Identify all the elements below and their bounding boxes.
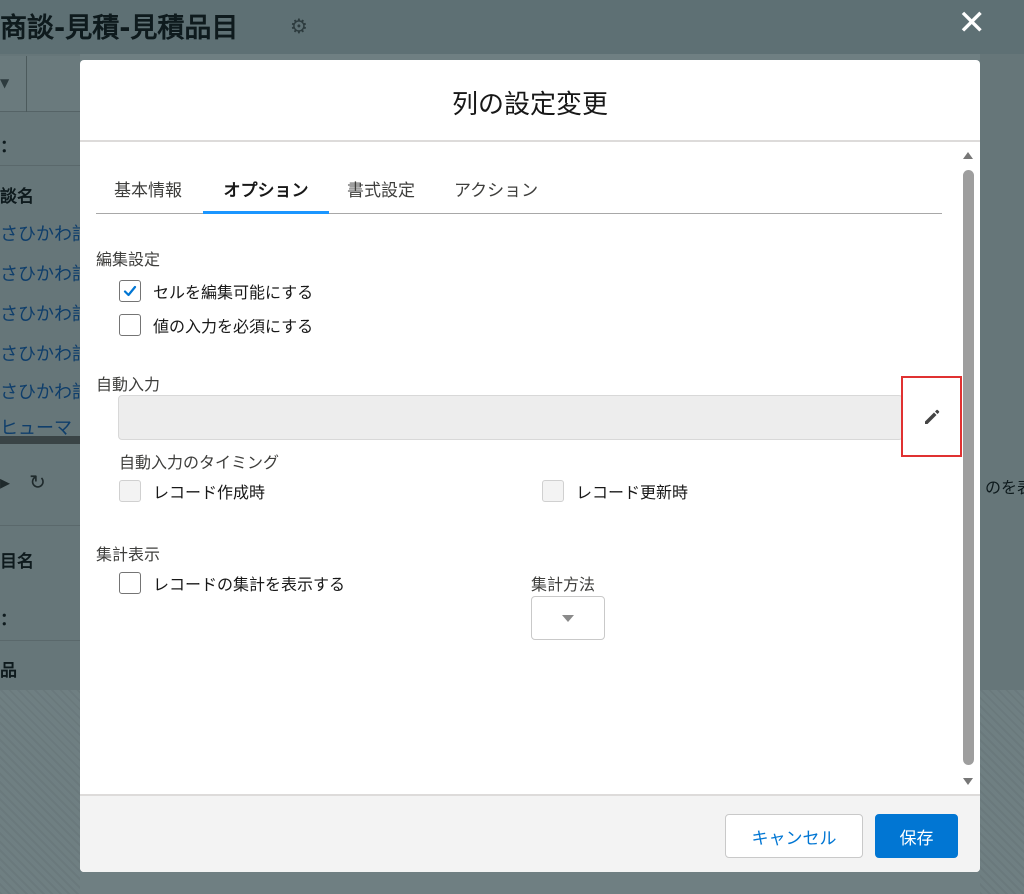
column-header: 談名 — [0, 187, 34, 207]
tab-options[interactable]: オプション — [203, 158, 329, 214]
background-line — [0, 165, 80, 166]
list-item: さひかわ記 — [0, 224, 90, 245]
gear-icon: ⚙ — [290, 14, 308, 38]
timing-on-create-option: レコード作成時 — [119, 479, 265, 503]
list-item: さひかわ記 — [0, 344, 90, 365]
timing-on-update-option: レコード更新時 — [542, 479, 688, 503]
show-summary-label: レコードの集計を表示する — [153, 575, 346, 594]
timing-on-update-label: レコード更新時 — [576, 483, 689, 502]
scroll-down-arrow[interactable] — [962, 777, 974, 787]
background-divider — [0, 436, 80, 444]
summary-display-label: 集計表示 — [96, 545, 161, 564]
background-line — [0, 640, 80, 641]
list-item: さひかわ記 — [0, 304, 90, 325]
timing-on-update-checkbox — [542, 480, 564, 502]
save-button[interactable]: 保存 — [875, 814, 958, 858]
modal-header: 列の設定変更 — [80, 60, 980, 142]
show-summary-option[interactable]: レコードの集計を表示する — [119, 571, 345, 595]
summary-method-label: 集計方法 — [531, 575, 596, 594]
tab-format[interactable]: 書式設定 — [347, 158, 415, 214]
auto-input-field — [118, 395, 903, 440]
close-icon[interactable]: ✕ — [958, 6, 987, 40]
auto-input-label: 自動入力 — [96, 375, 161, 394]
background-grid — [980, 690, 1024, 894]
page-title: 商談-見積-見積品目 — [0, 13, 239, 44]
background-separator — [26, 56, 27, 112]
background-line — [0, 525, 80, 526]
modal-title: 列の設定変更 — [451, 90, 608, 120]
background-right-text: のを表示 — [985, 478, 1024, 497]
pencil-icon — [924, 409, 939, 424]
timing-on-create-label: レコード作成時 — [153, 483, 266, 502]
edit-auto-input-button[interactable] — [901, 376, 962, 457]
tab-bar: 基本情報 オプション 書式設定 アクション — [96, 158, 942, 214]
summary-method-select[interactable] — [531, 596, 605, 640]
edit-settings-label: 編集設定 — [96, 250, 161, 269]
timing-on-create-checkbox — [119, 480, 141, 502]
editable-cell-checkbox[interactable] — [119, 280, 141, 302]
scroll-up-arrow[interactable] — [962, 150, 974, 160]
required-value-option[interactable]: 値の入力を必須にする — [119, 313, 313, 337]
column-header: 品 — [0, 661, 17, 681]
modal-footer: キャンセル 保存 — [80, 794, 980, 872]
tab-actions[interactable]: アクション — [454, 158, 538, 214]
editable-cell-label: セルを編集可能にする — [153, 283, 314, 302]
caret-down-icon: ▼ — [0, 76, 10, 90]
tab-basic-info[interactable]: 基本情報 — [114, 158, 182, 214]
background-grid — [0, 690, 80, 894]
auto-input-timing-label: 自動入力のタイミング — [119, 453, 280, 472]
required-value-checkbox[interactable] — [119, 314, 141, 336]
scrollbar-thumb[interactable] — [963, 170, 974, 765]
editable-cell-option[interactable]: セルを編集可能にする — [119, 279, 313, 303]
filter-label: ： — [0, 610, 17, 630]
list-item: さひかわ記 — [0, 264, 90, 285]
list-item: さひかわ記 — [0, 382, 90, 403]
column-header: 目名 — [0, 552, 34, 572]
cancel-button[interactable]: キャンセル — [725, 814, 863, 858]
filter-label: ： — [0, 137, 17, 157]
show-summary-checkbox[interactable] — [119, 572, 141, 594]
refresh-icon: ▸ ↻ — [0, 470, 46, 494]
check-icon — [123, 285, 137, 297]
required-value-label: 値の入力を必須にする — [153, 317, 314, 336]
column-settings-modal: 列の設定変更 基本情報 オプション 書式設定 アクション 編集設定 セルを編集可… — [80, 60, 980, 872]
chevron-down-icon — [562, 614, 574, 622]
background-toolbar — [0, 56, 80, 112]
